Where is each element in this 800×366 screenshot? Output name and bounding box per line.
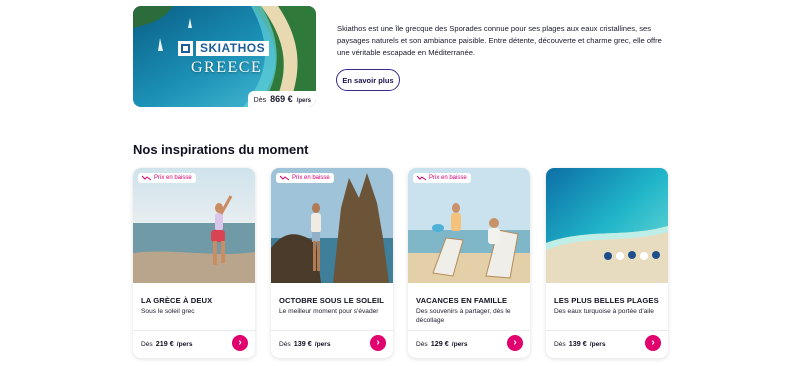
price-drop-badge: Prix en baisse <box>276 173 334 183</box>
price-unit: /pers <box>451 341 468 348</box>
price-drop-badge: Prix en baisse <box>138 173 196 183</box>
card-divider <box>546 330 668 331</box>
card-price: Dès 129 € /pers <box>416 339 468 348</box>
learn-more-button[interactable]: En savoir plus <box>336 69 400 91</box>
card-photo <box>133 168 255 283</box>
price-unit: /pers <box>176 341 193 348</box>
card-divider <box>271 330 393 331</box>
price-prefix: Dès <box>253 97 267 104</box>
price-unit: /pers <box>314 341 331 348</box>
trend-down-icon <box>142 175 151 181</box>
price-prefix: Dès <box>416 341 428 348</box>
destination-country: GREECE <box>191 59 263 76</box>
price-amount: 869 € <box>270 94 293 104</box>
price-prefix: Dès <box>279 341 291 348</box>
price-unit: /pers <box>589 341 606 348</box>
card-photo <box>271 168 393 283</box>
card-photo <box>546 168 668 283</box>
card-subtitle: Des souvenirs à partager, dès le décolla… <box>416 308 511 324</box>
featured-price: Dès 869 € /pers <box>247 91 316 107</box>
card-photo <box>408 168 530 283</box>
inspiration-card[interactable]: Prix en baisse OCTOBRE SOUS LE SOLEIL Le… <box>271 168 393 358</box>
trend-down-icon <box>417 175 426 181</box>
card-title: VACANCES EN FAMILLE <box>416 296 508 305</box>
arrow-right-icon[interactable]: › <box>232 335 248 351</box>
arrow-right-icon[interactable]: › <box>645 335 661 351</box>
badge-label: Prix en baisse <box>429 175 467 181</box>
featured-destination-card[interactable]: SKIATHOS GREECE Dès 869 € /pers <box>133 6 316 107</box>
price-amount: 129 € <box>430 339 449 348</box>
card-title: LA GRÈCE À DEUX <box>141 296 213 305</box>
inspiration-card[interactable]: Prix en baisse LA GRÈCE À DEUX Sous le s… <box>133 168 255 358</box>
card-price: Dès 139 € /pers <box>279 339 331 348</box>
card-title: LES PLUS BELLES PLAGES <box>554 296 659 305</box>
card-title: OCTOBRE SOUS LE SOLEIL <box>279 296 385 305</box>
card-divider <box>133 330 255 331</box>
card-price: Dès 219 € /pers <box>141 339 193 348</box>
trend-down-icon <box>280 175 289 181</box>
price-amount: 219 € <box>155 339 174 348</box>
section-title: Nos inspirations du moment <box>133 142 309 157</box>
price-unit: /pers <box>296 98 311 104</box>
card-subtitle: Le meilleur moment pour s'évader <box>279 308 379 315</box>
destination-logo-name: SKIATHOS <box>196 41 270 56</box>
arrow-right-icon[interactable]: › <box>370 335 386 351</box>
badge-label: Prix en baisse <box>292 175 330 181</box>
price-amount: 139 € <box>568 339 587 348</box>
inspiration-card[interactable]: Prix en baisse VACANCES EN FAMILLE Des s… <box>408 168 530 358</box>
card-subtitle: Des eaux turquoise à portée d'aile <box>554 308 654 315</box>
card-divider <box>408 330 530 331</box>
badge-label: Prix en baisse <box>154 175 192 181</box>
price-prefix: Dès <box>554 341 566 348</box>
card-subtitle: Sous le soleil grec <box>141 308 195 315</box>
card-price: Dès 139 € /pers <box>554 339 606 348</box>
price-drop-badge: Prix en baisse <box>413 173 471 183</box>
meander-icon <box>178 41 193 56</box>
arrow-right-icon[interactable]: › <box>507 335 523 351</box>
price-prefix: Dès <box>141 341 153 348</box>
price-amount: 139 € <box>293 339 312 348</box>
inspiration-card[interactable]: LES PLUS BELLES PLAGES Des eaux turquois… <box>546 168 668 358</box>
destination-logo: SKIATHOS <box>178 41 270 56</box>
destination-description: Skiathos est une île grecque des Sporade… <box>337 24 662 57</box>
